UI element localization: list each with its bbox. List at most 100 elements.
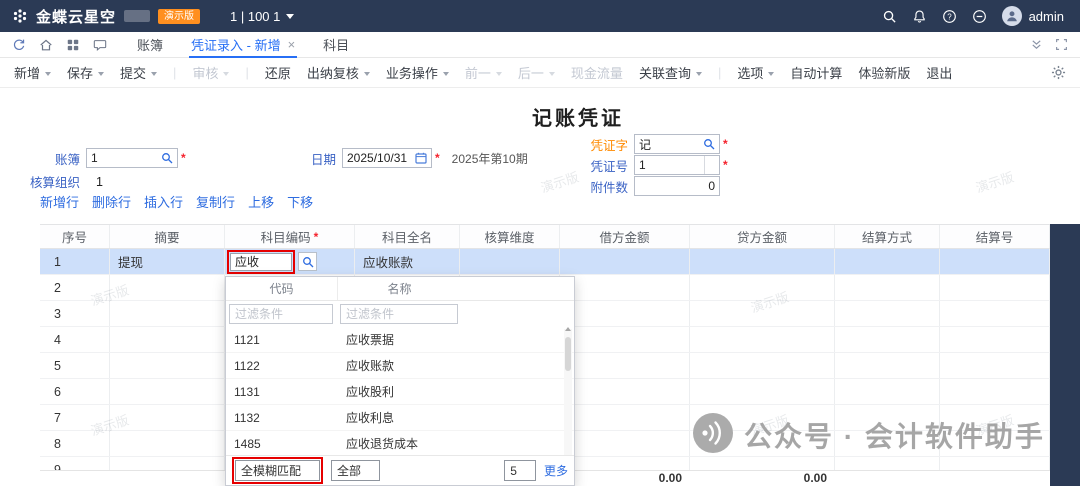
popup-row-1122[interactable]: 1122应收账款 [226,353,574,379]
cell-r3-c9[interactable] [940,301,1050,326]
toolbar-button-5[interactable]: 还原 [265,63,291,82]
grid-action-link-1[interactable]: 新增行 [40,192,79,211]
cell-r3-c7[interactable] [690,301,835,326]
voucher-word-input[interactable]: 记 [634,134,720,154]
toolbar-button-3[interactable]: 提交 [120,63,157,82]
column-header-8[interactable]: 结算方式 [835,225,940,248]
help-icon[interactable]: ? [942,9,957,24]
column-header-2[interactable]: 摘要 [110,225,225,248]
page-size-select[interactable]: 5 [504,460,536,481]
cell-r8-c2[interactable] [110,431,225,456]
grid-action-link-4[interactable]: 复制行 [196,192,235,211]
cell-r5-c8[interactable] [835,353,940,378]
username-label[interactable]: admin [1029,9,1064,24]
collapse-tabs-icon[interactable] [1030,38,1043,51]
cell-r1-c2[interactable]: 提现 [110,249,225,274]
popup-row-1131[interactable]: 1131应收股利 [226,379,574,405]
grid-action-link-2[interactable]: 删除行 [92,192,131,211]
settings-gear-icon[interactable] [1051,65,1066,80]
workspace-selector[interactable]: 1 | 100 1 [230,9,294,24]
cell-r7-c9[interactable] [940,405,1050,430]
search-icon[interactable] [882,9,897,24]
home-icon[interactable] [39,38,53,52]
minimize-icon[interactable] [972,9,987,24]
code-filter-input[interactable] [229,304,333,324]
scope-select[interactable]: 全部 [331,460,380,481]
grid-action-link-5[interactable]: 上移 [248,192,274,211]
name-filter-input[interactable] [340,304,458,324]
grid-action-link-3[interactable]: 插入行 [144,192,183,211]
popup-scrollbar[interactable] [564,329,572,459]
cell-r7-c8[interactable] [835,405,940,430]
refresh-icon[interactable] [12,38,26,52]
chat-icon[interactable] [93,38,107,52]
fullscreen-icon[interactable] [1055,38,1068,51]
toolbar-button-15[interactable]: 退出 [926,63,952,82]
chevron-down-icon[interactable] [704,156,719,174]
grid-action-link-6[interactable]: 下移 [287,192,313,211]
toolbar-button-13[interactable]: 自动计算 [790,63,842,82]
toolbar-button-1[interactable]: 新增 [14,63,51,82]
attachment-count-input[interactable]: 0 [634,176,720,196]
search-icon[interactable] [158,152,173,164]
cell-r5-c6[interactable] [560,353,690,378]
column-header-9[interactable]: 结算号 [940,225,1050,248]
cell-r1-c8[interactable] [835,249,940,274]
cell-r5-c7[interactable] [690,353,835,378]
cell-r4-c6[interactable] [560,327,690,352]
cell-r3-c2[interactable] [110,301,225,326]
column-header-1[interactable]: 序号 [40,225,110,248]
toolbar-button-6[interactable]: 出纳复核 [307,63,370,82]
search-icon[interactable] [700,138,715,150]
cell-r6-c6[interactable] [560,379,690,404]
cell-r7-c2[interactable] [110,405,225,430]
cell-r5-c9[interactable] [940,353,1050,378]
tab-3[interactable]: 科目 [309,32,363,57]
calendar-icon[interactable] [412,152,427,164]
cell-r4-c8[interactable] [835,327,940,352]
cell-r8-c9[interactable] [940,431,1050,456]
toolbar-button-14[interactable]: 体验新版 [858,63,910,82]
account-code-search-button[interactable] [298,252,317,271]
cell-r4-c2[interactable] [110,327,225,352]
cell-r8-c6[interactable] [560,431,690,456]
cell-r3-c6[interactable] [560,301,690,326]
cell-r1-c6[interactable] [560,249,690,274]
cell-r6-c2[interactable] [110,379,225,404]
cell-r4-c7[interactable] [690,327,835,352]
cell-r1-c9[interactable] [940,249,1050,274]
tab-1[interactable]: 账簿 [123,32,177,57]
scrollbar-thumb[interactable] [565,337,571,371]
cell-r5-c2[interactable] [110,353,225,378]
voucher-number-select[interactable]: 1 [634,155,720,175]
grid-row-1[interactable]: 1提现应收应收账款 [40,249,1050,275]
cell-r6-c8[interactable] [835,379,940,404]
tab-close-icon[interactable]: × [288,38,296,51]
user-avatar[interactable] [1002,6,1022,26]
popup-row-1121[interactable]: 1121应收票据 [226,327,574,353]
cell-r7-c6[interactable] [560,405,690,430]
bell-icon[interactable] [912,9,927,24]
tab-2[interactable]: 凭证录入 - 新增× [177,32,309,57]
popup-row-1485[interactable]: 1485应收退货成本 [226,431,574,457]
popup-row-1132[interactable]: 1132应收利息 [226,405,574,431]
toolbar-button-2[interactable]: 保存 [67,63,104,82]
cell-r2-c8[interactable] [835,275,940,300]
cell-r6-c7[interactable] [690,379,835,404]
column-header-5[interactable]: 核算维度 [460,225,560,248]
cell-r7-c7[interactable] [690,405,835,430]
cell-r6-c9[interactable] [940,379,1050,404]
cell-r4-c9[interactable] [940,327,1050,352]
column-header-6[interactable]: 借方金额 [560,225,690,248]
column-header-7[interactable]: 贷方金额 [690,225,835,248]
more-link[interactable]: 更多 [544,462,568,479]
cell-r1-c7[interactable] [690,249,835,274]
account-code-input[interactable]: 应收 [230,253,292,271]
cell-r1-c5[interactable] [460,249,560,274]
toolbar-button-7[interactable]: 业务操作 [386,63,449,82]
cell-r2-c9[interactable] [940,275,1050,300]
match-mode-select[interactable]: 全模糊匹配 [235,460,320,481]
column-header-4[interactable]: 科目全名 [355,225,460,248]
cell-r2-c7[interactable] [690,275,835,300]
cell-r3-c8[interactable] [835,301,940,326]
